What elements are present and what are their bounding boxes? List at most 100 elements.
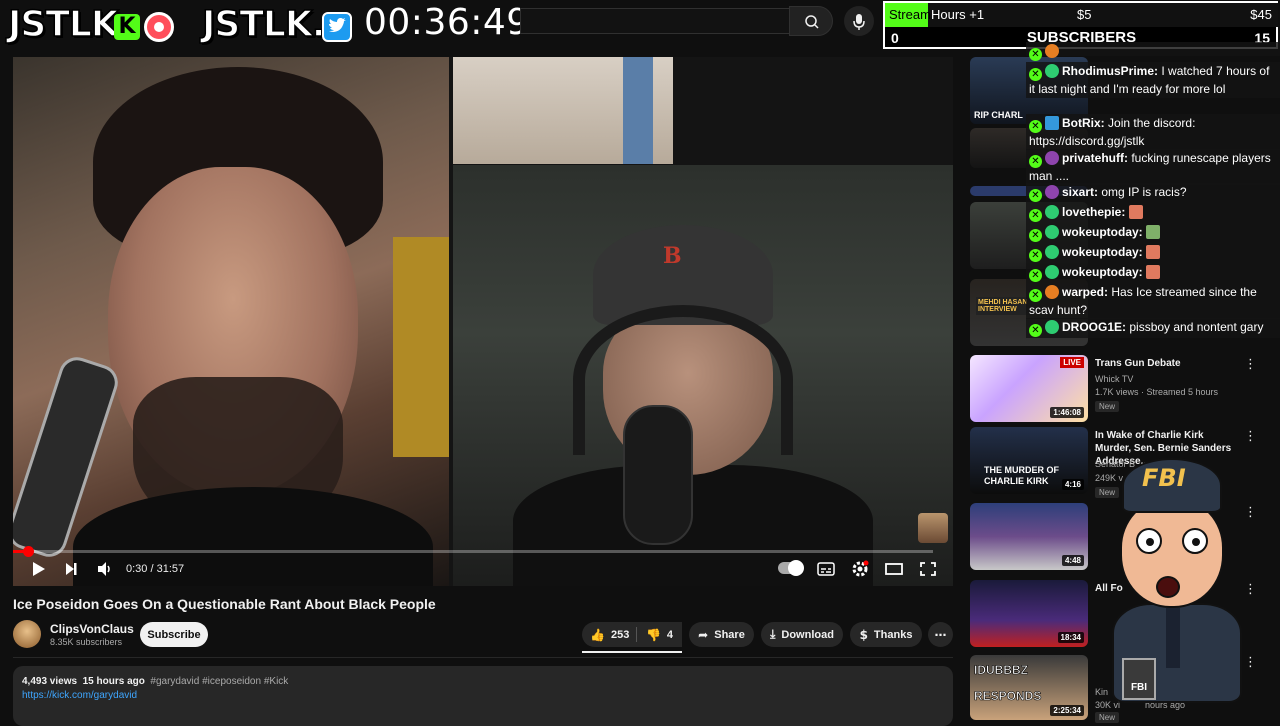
time-display: 0:30 / 31:57 — [126, 563, 185, 575]
download-icon: ⤓ — [770, 627, 776, 641]
thumbs-up-icon: 👍 — [590, 627, 605, 642]
channel-name[interactable]: ClipsVonClaus — [50, 622, 134, 636]
emote-icon — [1146, 265, 1161, 279]
hashtags[interactable]: #garydavid #iceposeidon #Kick — [150, 676, 288, 687]
autoplay-toggle[interactable] — [778, 560, 804, 576]
video-player[interactable]: B — [13, 57, 953, 586]
new-badge: New — [1095, 401, 1120, 412]
chat-message: ✕ — [1026, 42, 1280, 61]
search-input[interactable] — [520, 8, 790, 34]
chat-message: ✕ wokeuptoday: — [1026, 263, 1280, 283]
user-badge-icon — [1045, 185, 1059, 199]
seek-handle[interactable] — [22, 546, 34, 557]
gear-icon — [852, 560, 869, 577]
chat-username: privatehuff: — [1062, 151, 1128, 165]
kick-icon: ✕ — [1029, 324, 1042, 337]
more-actions-button[interactable]: ⋯ — [928, 622, 953, 647]
view-count: 4,493 views — [22, 676, 78, 687]
chat-message: ✕ DROOG1E: pissboy and nontent gary — [1026, 318, 1280, 338]
voice-search-button[interactable] — [844, 6, 874, 36]
settings-button[interactable] — [849, 559, 871, 579]
sidebar-thumbnail[interactable]: 18:34 — [970, 580, 1088, 647]
fullscreen-icon — [920, 562, 936, 576]
mascot-tie — [1166, 608, 1180, 668]
kick-icon: ✕ — [1029, 249, 1042, 262]
thanks-icon: $ — [859, 627, 868, 642]
user-badge-icon — [1045, 320, 1059, 334]
next-icon — [66, 563, 77, 575]
video-frame-top — [453, 57, 673, 164]
more-options-icon[interactable]: ⋮ — [1244, 357, 1257, 372]
chat-message: ✕ wokeuptoday: — [1026, 243, 1280, 263]
user-badge-icon — [1045, 225, 1059, 239]
kick-icon: ✕ — [1029, 189, 1042, 202]
subtitles-icon — [817, 562, 835, 576]
goal-hours: Hours +1 — [931, 7, 985, 22]
sidebar-video-title[interactable]: Trans Gun Debate — [1095, 357, 1235, 370]
download-label: Download — [781, 628, 834, 641]
next-button[interactable] — [60, 559, 82, 579]
goal-label: Stream — [889, 7, 931, 22]
mascot-eye — [1182, 528, 1208, 554]
mascot-eye — [1136, 528, 1162, 554]
kick-icon: ✕ — [1029, 209, 1042, 222]
play-button[interactable] — [27, 559, 49, 579]
video-title: Ice Poseidon Goes On a Questionable Rant… — [13, 596, 436, 612]
dislike-count: 4 — [666, 628, 674, 641]
thanks-button[interactable]: $ Thanks — [850, 622, 922, 647]
upload-age: 15 hours ago — [82, 676, 145, 687]
search-icon — [805, 15, 819, 29]
subtitles-button[interactable] — [815, 559, 837, 579]
sidebar-channel: Whick TV — [1095, 374, 1134, 384]
chat-username: wokeuptoday: — [1062, 265, 1143, 279]
cap-logo: B — [663, 243, 682, 269]
subscriber-count: 8.35K subscribers — [50, 637, 123, 647]
seek-bar[interactable] — [13, 546, 933, 557]
chat-message: ✕ privatehuff: fucking runescape players … — [1026, 149, 1280, 185]
user-badge-icon — [1045, 44, 1059, 58]
kick-icon: ✕ — [1029, 68, 1042, 81]
mascot-badge-text: FBI — [1130, 682, 1148, 693]
chat-message: ✕ wokeuptoday: — [1026, 223, 1280, 243]
fullscreen-button[interactable] — [917, 559, 939, 579]
video-duration: 4:48 — [1061, 555, 1084, 566]
chat-username: wokeuptoday: — [1062, 245, 1143, 259]
chat-username: BotRix: — [1062, 116, 1105, 130]
user-badge-icon — [1045, 64, 1059, 78]
description-meta: 4,493 views 15 hours ago #garydavid #ice… — [22, 676, 288, 687]
kick-icon: ✕ — [1029, 229, 1042, 242]
user-badge-icon — [1045, 285, 1059, 299]
chat-message: ✕ BotRix: Join the discord: https://disco… — [1026, 114, 1280, 150]
subscribe-button[interactable]: Subscribe — [140, 622, 208, 647]
user-badge-icon — [1045, 205, 1059, 219]
sidebar-thumbnail[interactable]: LIVE 1:46:08 — [970, 355, 1088, 422]
kick-icon: ✕ — [1029, 48, 1042, 61]
video-duration: 4:16 — [1061, 479, 1084, 490]
dislike-button[interactable]: 👎 4 — [637, 622, 682, 647]
kick-icon: K — [114, 14, 140, 40]
mascot-badge: FBI — [1122, 658, 1156, 700]
goal-price-1: $5 — [1077, 7, 1092, 22]
share-button[interactable]: ➦ Share — [689, 622, 754, 647]
like-count: 253 — [610, 628, 630, 641]
record-icon — [144, 12, 174, 42]
chat-message: ✕ sixart: omg IP is racis? — [1026, 183, 1280, 203]
user-badge-icon — [1045, 245, 1059, 259]
sidebar-thumbnail[interactable]: THE MURDER OF CHARLIE KIRK 4:16 — [970, 427, 1088, 494]
chat-username: sixart: — [1062, 185, 1099, 199]
channel-watermark[interactable] — [918, 513, 948, 543]
description-link[interactable]: https://kick.com/garydavid — [22, 690, 137, 701]
sidebar-thumbnail[interactable]: 4:48 — [970, 503, 1088, 570]
search-button[interactable] — [789, 6, 833, 36]
sidebar-thumbnail[interactable]: IDUBBBZ RESPONDS 2:25:34 — [970, 655, 1088, 720]
description-box[interactable] — [13, 666, 953, 726]
volume-button[interactable] — [94, 559, 116, 579]
goal-current: 0 — [891, 30, 899, 46]
video-duration: 18:34 — [1057, 632, 1084, 643]
thumbnail-caption: MEHDI HASAN INTERVIEW — [976, 297, 1032, 315]
theater-mode-button[interactable] — [883, 559, 905, 579]
download-button[interactable]: ⤓ Download — [761, 622, 843, 647]
video-frame-left — [13, 57, 449, 586]
more-options-icon[interactable]: ⋮ — [1244, 429, 1257, 444]
channel-avatar[interactable] — [13, 620, 41, 648]
